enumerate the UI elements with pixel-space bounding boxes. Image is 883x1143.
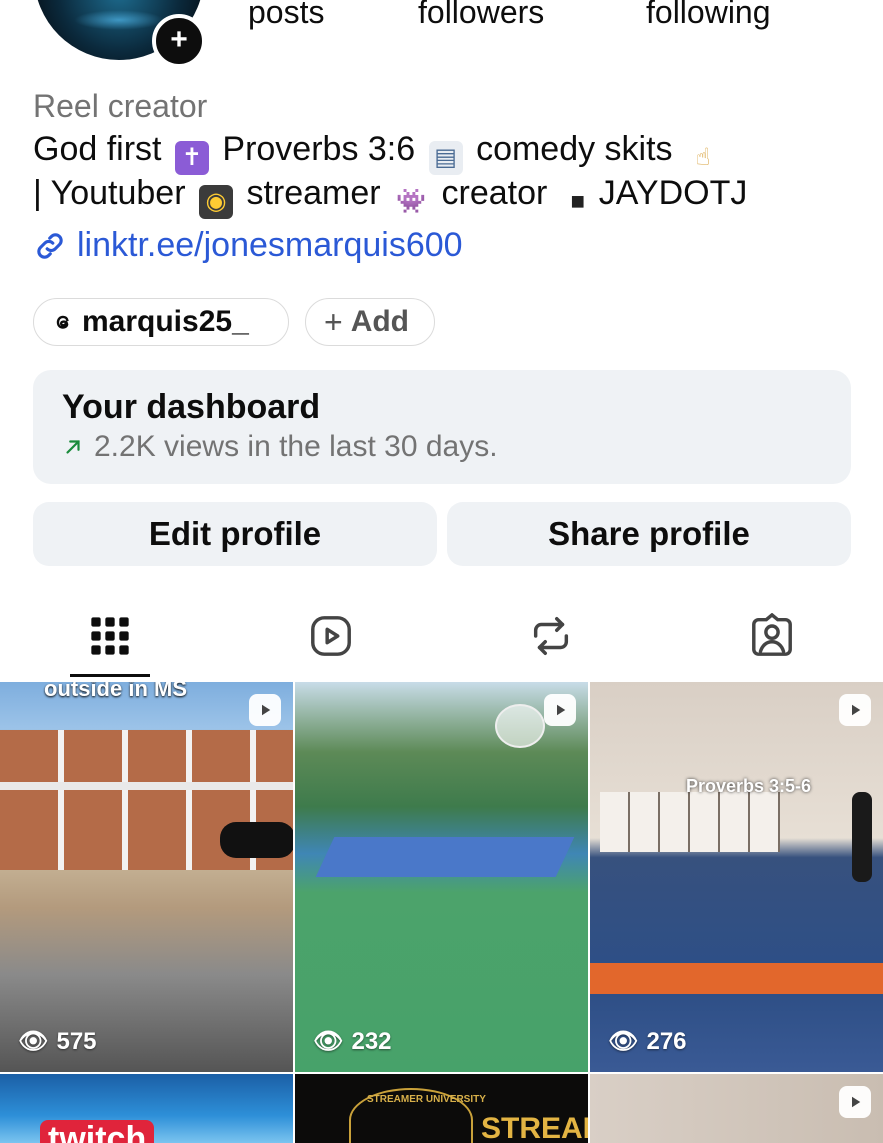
link-text[interactable]: linktr.ee/jonesmarquis600 — [77, 226, 463, 265]
tab-grid[interactable] — [84, 610, 136, 662]
gym-windows — [600, 792, 780, 852]
grid-post-1[interactable]: outside in MS 👁 575 — [0, 682, 293, 1072]
view-count: 👁 575 — [18, 1027, 97, 1056]
alien-monster-emoji-icon: 👾 — [396, 188, 426, 215]
share-profile-button[interactable]: Share profile — [447, 502, 851, 566]
link-icon — [37, 232, 63, 259]
car-image — [220, 822, 293, 858]
trend-up-icon — [66, 440, 80, 454]
bio-line-2: | Youtuber ◉ streamer 👾 creator ■ JAYDOTJ — [33, 174, 747, 219]
bio-text: | Youtuber — [33, 174, 186, 212]
plus-icon: + — [324, 303, 343, 340]
tile-caption: Proverbs 3:5-6 — [686, 776, 812, 796]
bio-text: God first — [33, 130, 162, 168]
cross-emoji-icon: ✝ — [174, 141, 209, 175]
reel-badge-icon — [839, 694, 871, 726]
eye-icon: 👁 — [18, 1028, 49, 1055]
threads-icon — [56, 315, 69, 329]
movie-camera-emoji-icon: ■ — [570, 188, 586, 215]
reels-icon — [311, 616, 351, 656]
eye-icon: 👁 — [313, 1028, 344, 1055]
selfie-emoji-icon: ☝ — [695, 144, 711, 171]
tile-caption-2: STREAMI — [481, 1112, 588, 1143]
tile-caption: outside in MS — [44, 682, 187, 701]
bio-text: Proverbs 3:6 — [222, 130, 416, 168]
bio-text: JAYDOTJ — [598, 174, 748, 212]
view-count: 👁 276 — [608, 1027, 687, 1056]
tagged-icon — [752, 613, 792, 656]
profile-category: Reel creator — [33, 88, 208, 124]
person-image — [852, 792, 872, 882]
reel-badge-icon — [544, 694, 576, 726]
balcony-rail — [0, 782, 293, 790]
add-story-button[interactable]: + — [152, 14, 206, 68]
grid-post-6[interactable] — [590, 1074, 883, 1143]
basketball-hoop — [495, 704, 545, 748]
tab-tagged[interactable] — [746, 610, 798, 662]
active-tab-indicator — [70, 674, 150, 677]
book-emoji-icon: ▤ — [428, 141, 463, 175]
bio-text: creator — [441, 174, 548, 212]
bio-link[interactable]: linktr.ee/jonesmarquis600 — [33, 226, 463, 265]
eye-icon: 👁 — [608, 1028, 639, 1055]
view-count-number: 232 — [351, 1027, 392, 1055]
posts-label[interactable]: posts — [248, 0, 324, 31]
following-label[interactable]: following — [646, 0, 771, 31]
repost-icon — [533, 617, 569, 655]
view-count: 👁 232 — [313, 1027, 392, 1056]
dashboard-views-text: 2.2K views in the last 30 days. — [94, 430, 498, 463]
bio-text: comedy skits — [476, 130, 673, 168]
add-link-button[interactable]: + Add — [305, 298, 435, 346]
court-area — [315, 837, 575, 877]
grid-post-3[interactable]: Proverbs 3:5-6 👁 276 — [590, 682, 883, 1072]
bio-line-1: God first ✝ Proverbs 3:6 ▤ comedy skits … — [33, 130, 724, 175]
add-label: Add — [350, 305, 410, 338]
bio-text: streamer — [246, 174, 381, 212]
grid-post-4[interactable]: twitch — [0, 1074, 293, 1143]
tab-reposts[interactable] — [525, 610, 577, 662]
plus-icon: + — [170, 23, 188, 56]
view-count-number: 575 — [56, 1027, 97, 1055]
threads-badge[interactable]: marquis25_ — [33, 298, 289, 346]
dashboard-subtitle: 2.2K views in the last 30 days. — [62, 430, 498, 464]
tab-reels[interactable] — [305, 610, 357, 662]
tile-caption: twitch — [40, 1120, 155, 1143]
reel-badge-icon — [839, 1086, 871, 1118]
reel-badge-icon — [249, 694, 281, 726]
grid-post-2[interactable]: 👁 232 — [295, 682, 588, 1072]
tile-caption: STREAMER UNIVERSITY — [367, 1094, 486, 1105]
dashboard-title: Your dashboard — [62, 388, 321, 426]
camera-flash-emoji-icon: ◉ — [199, 185, 233, 219]
followers-label[interactable]: followers — [418, 0, 544, 31]
edit-profile-button[interactable]: Edit profile — [33, 502, 437, 566]
grid-icon — [91, 617, 129, 655]
grid-post-5[interactable]: STREAMER UNIVERSITY STREAMI — [295, 1074, 588, 1143]
threads-handle: marquis25_ — [82, 305, 249, 338]
view-count-number: 276 — [646, 1027, 687, 1055]
